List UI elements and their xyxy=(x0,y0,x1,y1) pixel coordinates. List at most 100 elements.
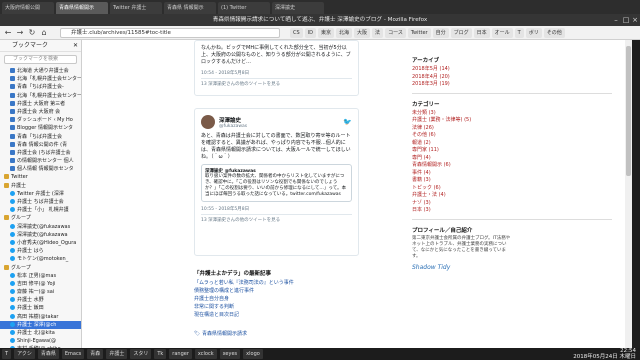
post-tag-link[interactable]: 🏷 青森県情報開示請求 xyxy=(194,330,247,337)
brand-logo[interactable]: Shadow Tidy xyxy=(412,264,612,271)
category-link[interactable]: 専門家 (11) xyxy=(412,147,612,155)
category-link[interactable]: 日本 (3) xyxy=(412,207,612,215)
reload-icon[interactable]: ↻ xyxy=(26,27,38,39)
scrollbar-thumb[interactable] xyxy=(626,46,631,176)
close-icon[interactable]: × xyxy=(629,14,640,26)
category-link[interactable]: その他 (6) xyxy=(412,132,612,140)
bookmark-item[interactable]: 弁護士 飯田 xyxy=(0,304,81,312)
category-link[interactable]: 報道 (2) xyxy=(412,140,612,148)
bookmark-item[interactable]: 弁護士会 大阪府 会 xyxy=(0,108,81,116)
bookmark-item[interactable]: 深澤諭史(@fukazawa xyxy=(0,231,81,239)
category-link[interactable]: 弁護士 (業務・法律等) (5) xyxy=(412,117,612,125)
bookmark-item[interactable]: 弁護士 水野 xyxy=(0,296,81,304)
bookmark-toolbar-item[interactable]: ボリ xyxy=(525,28,542,38)
category-link[interactable]: 書籍 (3) xyxy=(412,177,612,185)
category-link[interactable]: 専門 (4) xyxy=(412,155,612,163)
url-bar[interactable]: 弁護士.club/archives/11585#toc-title xyxy=(60,28,280,38)
taskbar-item[interactable]: xlogo xyxy=(243,349,263,359)
forward-icon[interactable]: → xyxy=(14,27,26,39)
browser-tab[interactable]: 大阪府情報公開 xyxy=(2,2,54,14)
bookmark-item[interactable]: 弁護士 大阪府 第三者 xyxy=(0,100,81,108)
taskbar-item[interactable]: xeyes xyxy=(219,349,241,359)
taskbar-item[interactable]: 青森 xyxy=(87,349,104,359)
bookmark-item[interactable]: グループ xyxy=(0,264,81,272)
bookmark-item[interactable]: 青森「ちば弁護士会- xyxy=(0,83,81,91)
bookmark-toolbar-item[interactable]: 大阪 xyxy=(354,28,371,38)
bookmark-item[interactable]: Twitter 弁護士 (深澤 xyxy=(0,190,81,198)
related-link[interactable]: 「ムラっと若い私『法務司法の』という事件 xyxy=(194,279,374,287)
bookmark-item[interactable]: 松本 正男(@mas xyxy=(0,272,81,280)
bookmark-item[interactable]: 弁護士 はら xyxy=(0,247,81,255)
home-icon[interactable]: ⌂ xyxy=(38,27,50,39)
bookmark-item[interactable]: グループ xyxy=(0,214,81,222)
bookmark-item[interactable]: の情報開示センター 個人 xyxy=(0,157,81,165)
bookmark-toolbar-item[interactable]: T xyxy=(514,28,524,38)
bookmark-item[interactable]: 齋藤 祐一(@ sai xyxy=(0,288,81,296)
bookmark-item[interactable]: モトケン(@motoken_ xyxy=(0,255,81,263)
taskbar-item[interactable]: ranger xyxy=(169,349,192,359)
bookmark-toolbar-item[interactable]: ブログ xyxy=(450,28,472,38)
bookmark-item[interactable]: 青森 情報公開の件 (青 xyxy=(0,141,81,149)
bookmark-item[interactable]: 深澤諭史(@fukazawas xyxy=(0,223,81,231)
related-link[interactable]: 現在構造と目次日記 xyxy=(194,311,374,319)
category-link[interactable]: 法律 (26) xyxy=(412,125,612,133)
bookmark-item[interactable]: 北海「札幌弁護士会センター xyxy=(0,75,81,83)
bookmark-toolbar-item[interactable]: その他 xyxy=(543,28,565,38)
category-link[interactable]: 事件 (4) xyxy=(412,170,612,178)
taskbar-item[interactable]: アクシ xyxy=(14,349,35,359)
related-link[interactable]: 弁護士自分自身 xyxy=(194,295,374,303)
category-link[interactable]: トピック (6) xyxy=(412,185,612,193)
category-link[interactable]: 未分類 (3) xyxy=(412,110,612,118)
quoted-tweet[interactable]: 深澤諭史 @fukazawas 取り扱い案件の数の拡大、関係者の中からリスト化し… xyxy=(201,164,352,202)
bookmark-item[interactable]: 北海「札幌弁護士会センター xyxy=(0,92,81,100)
bookmark-item[interactable]: 北海道 大通り弁護士会 xyxy=(0,67,81,75)
category-link[interactable]: 弁護士・法 (4) xyxy=(412,192,612,200)
bookmark-item[interactable]: 弁護士 xyxy=(0,182,81,190)
bookmark-item[interactable]: 弁護士 深澤(@ch xyxy=(0,320,81,329)
bookmark-item[interactable]: ダッシュボード ‹ My Ho xyxy=(0,116,81,124)
bookmark-toolbar-item[interactable]: ID xyxy=(304,28,316,38)
bookmark-item[interactable]: Blogger 情報開示センタ xyxy=(0,124,81,132)
tweet-2-date[interactable]: 10:55 - 2018年5月8日 xyxy=(201,206,352,212)
browser-tab[interactable]: 深澤諭史 xyxy=(272,2,324,14)
bookmark-item[interactable]: Shinji-Egawa(@ xyxy=(0,337,81,345)
taskbar-item[interactable]: 弁護士 xyxy=(106,349,128,359)
tweet-2-actions[interactable]: 13 深澤諭史さんの他のツイートを見る xyxy=(201,214,352,223)
tweet-2-author[interactable]: 深澤諭史 xyxy=(219,116,247,124)
back-icon[interactable]: ← xyxy=(2,27,14,39)
tweet-2-handle[interactable]: @fukazawas xyxy=(219,124,247,129)
bookmark-toolbar-item[interactable]: 自分 xyxy=(432,28,449,38)
bookmark-item[interactable]: 小倉秀夫(@Hideo_Ogura xyxy=(0,239,81,247)
bookmark-toolbar-item[interactable]: コース xyxy=(385,28,406,38)
bookmark-item[interactable]: Twitter xyxy=(0,173,81,181)
taskbar-item[interactable]: Tk xyxy=(154,349,167,359)
bookmark-toolbar-item[interactable]: Twitter xyxy=(407,28,431,38)
category-link[interactable]: ナゾ (3) xyxy=(412,200,612,208)
browser-tab[interactable]: Twitter 弁護士 xyxy=(110,2,162,14)
browser-tab[interactable]: (1) Twitter xyxy=(218,2,270,14)
bookmark-toolbar-item[interactable]: 東京 xyxy=(318,28,335,38)
avatar[interactable] xyxy=(201,115,215,129)
related-link[interactable]: 非常に関する判断 xyxy=(194,303,374,311)
archive-link[interactable]: 2018年3月 (19) xyxy=(412,81,612,89)
bookmark-item[interactable]: 高田 祐樹(@takar xyxy=(0,313,81,321)
category-link[interactable]: 青森情報開示 (6) xyxy=(412,162,612,170)
bookmark-toolbar-item[interactable]: 法 xyxy=(372,28,384,38)
browser-tab[interactable]: 青森県情報開示 xyxy=(56,2,108,14)
bookmark-item[interactable]: 青森「ちば弁護士会 xyxy=(0,133,81,141)
bookmark-item[interactable]: 弁護士会 (ちば弁護士会 xyxy=(0,149,81,157)
bookmark-item[interactable]: 弁護士「小」 札幌弁護 xyxy=(0,206,81,214)
bookmark-item[interactable]: 吉田 修平(@ Yoji xyxy=(0,280,81,288)
bookmark-toolbar-item[interactable]: オール xyxy=(491,28,513,38)
bookmark-toolbar-item[interactable]: CS xyxy=(290,28,303,38)
archive-link[interactable]: 2018年5月 (14) xyxy=(412,66,612,74)
bookmark-search-input[interactable]: ブックマークを検索 xyxy=(4,55,77,64)
bookmark-item[interactable]: 弁護士 北(@kita xyxy=(0,329,81,337)
bookmark-toolbar-item[interactable]: 北海 xyxy=(336,28,353,38)
browser-tab[interactable]: 青森県 情報開示 xyxy=(164,2,216,14)
bookmark-item[interactable]: 弁護士 ちば弁護士会 xyxy=(0,198,81,206)
taskbar-item[interactable]: スタリ xyxy=(130,349,152,359)
bookmark-toolbar-item[interactable]: 日本 xyxy=(473,28,490,38)
page-scrollbar[interactable] xyxy=(625,40,632,348)
twitter-bird-icon[interactable]: 🐦 xyxy=(343,118,352,126)
